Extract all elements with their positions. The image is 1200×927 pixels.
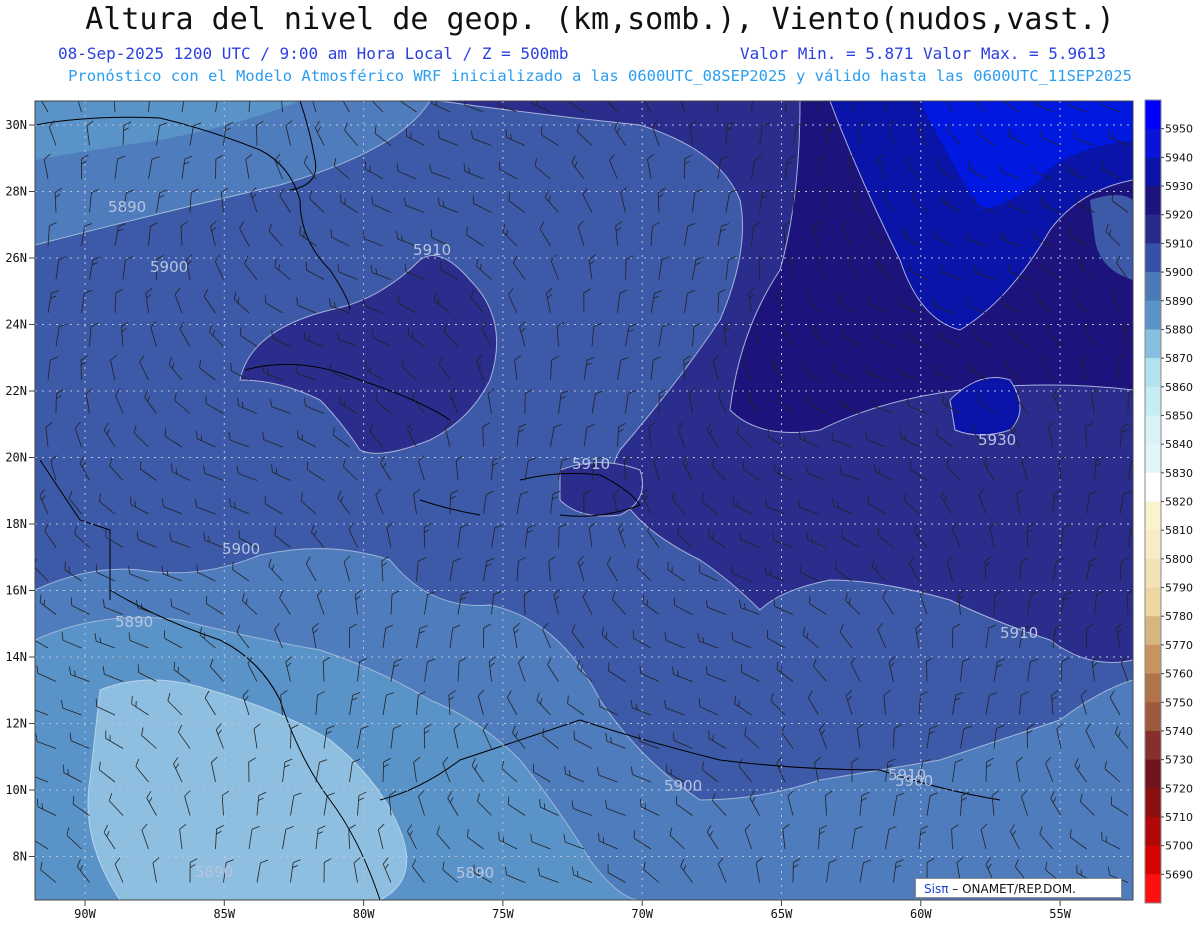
lat-tick-label: 16N (5, 584, 27, 598)
lat-tick-label: 20N (5, 451, 27, 465)
legend-label: 5860 (1165, 381, 1193, 394)
legend-label: 5700 (1165, 840, 1193, 853)
legend-swatch (1145, 501, 1161, 531)
lat-tick-label: 24N (5, 318, 27, 332)
legend-label: 5730 (1165, 754, 1193, 767)
legend-swatch (1145, 128, 1161, 158)
legend-swatch (1145, 558, 1161, 589)
lat-tick-label: 28N (5, 185, 27, 199)
lat-tick-label: 30N (5, 118, 27, 132)
contour-label: 5910 (1000, 624, 1038, 642)
legend-label: 5690 (1165, 868, 1193, 881)
legend-label: 5710 (1165, 811, 1193, 824)
contour-label: 5890 (195, 863, 233, 881)
lon-tick-label: 80W (353, 907, 375, 921)
legend-swatch (1145, 616, 1161, 646)
contour-label: 5900 (222, 540, 260, 558)
legend-label: 5750 (1165, 696, 1193, 709)
legend-label: 5790 (1165, 582, 1193, 595)
legend-label: 5800 (1165, 553, 1193, 566)
legend-label: 5720 (1165, 782, 1193, 795)
legend-label: 5770 (1165, 639, 1193, 652)
legend-label: 5880 (1165, 323, 1193, 336)
legend-swatch (1145, 100, 1161, 130)
contour-label: 5930 (978, 431, 1016, 449)
legend-label: 5930 (1165, 180, 1193, 193)
legend-swatch (1145, 386, 1161, 416)
legend-swatch (1145, 587, 1161, 617)
legend-swatch (1145, 186, 1161, 216)
legend-swatch (1145, 874, 1161, 904)
legend-swatch (1145, 673, 1161, 703)
legend-label: 5840 (1165, 438, 1193, 451)
legend-swatch (1145, 845, 1161, 875)
lon-tick-label: 70W (631, 907, 653, 921)
brand-logo: Sisπ (924, 882, 949, 896)
legend-label: 5920 (1165, 209, 1193, 222)
color-legend: 5950 5940 5930 5920 5910 5900 5890 5880 5870 5860… (1144, 99, 1193, 904)
legend-label: 5870 (1165, 352, 1193, 365)
contour-label: 5890 (115, 613, 153, 631)
lat-tick-label: 14N (5, 650, 27, 664)
legend-label: 5940 (1165, 151, 1193, 164)
legend-label: 5780 (1165, 610, 1193, 623)
legend-label: 5740 (1165, 725, 1193, 738)
legend-label: 5890 (1165, 295, 1193, 308)
legend-swatch (1145, 157, 1161, 187)
lat-tick-label: 10N (5, 783, 27, 797)
lat-tick-label: 26N (5, 251, 27, 265)
legend-label: 5810 (1165, 524, 1193, 537)
legend-swatch (1145, 415, 1161, 445)
geopotential-map: 5890 5900 5910 5910 5930 5910 5900 5890 … (5, 99, 1193, 921)
legend-label: 5900 (1165, 266, 1193, 279)
legend-swatch (1145, 530, 1161, 560)
lat-tick-label: 8N (13, 850, 27, 864)
lon-tick-label: 75W (492, 907, 514, 921)
legend-swatch (1145, 358, 1161, 388)
legend-label: 5950 (1165, 123, 1193, 136)
legend-swatch (1145, 702, 1161, 732)
lat-tick-label: 12N (5, 717, 27, 731)
contour-label: 5890 (456, 864, 494, 882)
legend-swatch (1145, 644, 1161, 675)
legend-swatch (1145, 300, 1161, 330)
lon-tick-label: 85W (213, 907, 235, 921)
lon-tick-label: 90W (74, 907, 96, 921)
lon-tick-label: 60W (910, 907, 932, 921)
lat-axis: 30N 28N 26N 24N 22N 20N 18N 16N 14N 12N 10N 8N (5, 118, 27, 864)
legend-label: 5830 (1165, 467, 1193, 480)
legend-swatch (1145, 444, 1161, 474)
contour-label: 5910 (413, 241, 451, 259)
legend-swatch (1145, 472, 1161, 502)
contour-label: 5900 (895, 772, 933, 790)
legend-swatch (1145, 759, 1161, 789)
contour-label: 5910 (572, 455, 610, 473)
legend-label: 5760 (1165, 668, 1193, 681)
credit-text: – ONAMET/REP.DOM. (952, 882, 1076, 896)
lat-tick-label: 22N (5, 384, 27, 398)
lon-tick-label: 65W (771, 907, 793, 921)
lat-tick-label: 18N (5, 517, 27, 531)
contour-label: 5900 (150, 258, 188, 276)
legend-swatch (1145, 816, 1161, 847)
legend-swatch (1145, 788, 1161, 818)
legend-label: 5910 (1165, 237, 1193, 250)
legend-swatch (1145, 243, 1161, 273)
contour-label: 5890 (108, 198, 146, 216)
credit-box: Sisπ – ONAMET/REP.DOM. (915, 878, 1122, 898)
legend-label: 5850 (1165, 409, 1193, 422)
contour-label: 5900 (664, 777, 702, 795)
legend-swatch (1145, 730, 1161, 761)
lon-tick-label: 55W (1049, 907, 1071, 921)
legend-swatch (1145, 272, 1161, 302)
legend-label: 5820 (1165, 496, 1193, 509)
legend-swatch (1145, 329, 1161, 359)
legend-swatch (1145, 214, 1161, 244)
lon-axis: 90W 85W 80W 75W 70W 65W 60W 55W (74, 907, 1072, 921)
